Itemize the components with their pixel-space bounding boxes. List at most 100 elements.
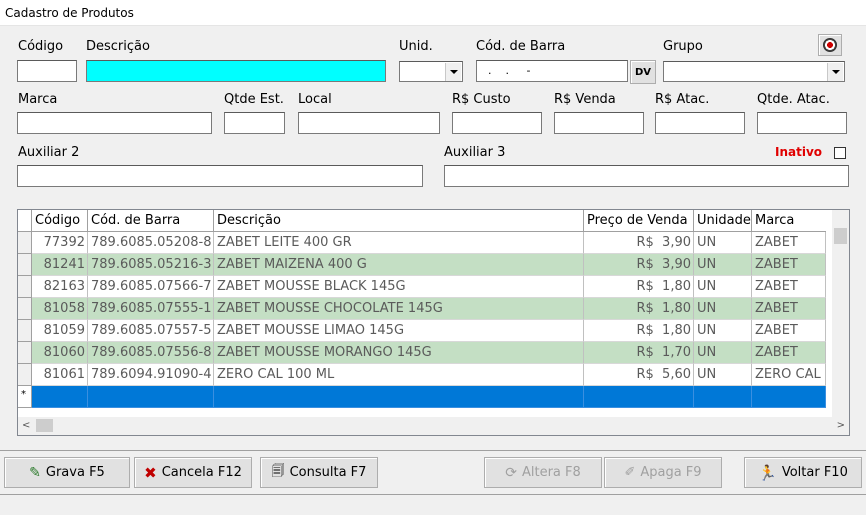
cell-unidade[interactable]: UN	[694, 342, 752, 364]
new-row[interactable]: *	[18, 386, 826, 408]
cell-preco[interactable]: R$ 1,70	[584, 342, 694, 364]
row-selector[interactable]	[18, 232, 32, 254]
table-row[interactable]: 81059 789.6085.07557-5 ZABET MOUSSE LIMAO …	[18, 320, 826, 342]
cell-preco[interactable]: R$ 1,80	[584, 298, 694, 320]
col-header-preco[interactable]: Preço de Venda	[584, 210, 694, 232]
cell-marca[interactable]: ZABET	[752, 298, 826, 320]
cell-unidade[interactable]: UN	[694, 364, 752, 386]
chevron-down-icon[interactable]	[827, 63, 843, 81]
scroll-right-icon[interactable]: >	[837, 420, 845, 431]
cell-descricao[interactable]: ZABET MOUSSE MORANGO 145G	[214, 342, 584, 364]
row-selector[interactable]	[18, 276, 32, 298]
cell-codigo[interactable]: 81059	[32, 320, 88, 342]
grupo-select[interactable]	[663, 61, 845, 82]
cell-barra[interactable]: 789.6085.05208-8	[88, 232, 214, 254]
cell-marca[interactable]: ZABET	[752, 320, 826, 342]
cell-barra[interactable]: 789.6085.07555-1	[88, 298, 214, 320]
row-selector[interactable]	[18, 298, 32, 320]
color-icon-button[interactable]	[818, 34, 842, 56]
table-row[interactable]: 82163 789.6085.07566-7 ZABET MOUSSE BLACK …	[18, 276, 826, 298]
custo-field[interactable]	[452, 112, 542, 134]
vertical-scrollbar[interactable]	[832, 210, 849, 418]
cell-preco[interactable]: R$ 5,60	[584, 364, 694, 386]
row-selector[interactable]	[18, 364, 32, 386]
col-header-codigo[interactable]: Código	[32, 210, 88, 232]
horizontal-scrollbar[interactable]: < >	[18, 417, 849, 435]
cell-barra[interactable]: 789.6085.07566-7	[88, 276, 214, 298]
row-selector[interactable]: *	[18, 386, 32, 408]
vertical-scroll-thumb[interactable]	[834, 228, 847, 244]
horizontal-scroll-thumb[interactable]	[36, 419, 53, 432]
cell-unidade[interactable]: UN	[694, 276, 752, 298]
cod-barra-field[interactable]: . . -	[476, 60, 628, 82]
table-row[interactable]: 81058 789.6085.07555-1 ZABET MOUSSE CHOCOL…	[18, 298, 826, 320]
cell-marca[interactable]: ZABET	[752, 342, 826, 364]
col-header-cod-barra[interactable]: Cód. de Barra	[88, 210, 214, 232]
cell-marca[interactable]: ZABET	[752, 254, 826, 276]
altera-button[interactable]: ⟳ Altera F8	[484, 457, 602, 488]
descricao-field[interactable]	[86, 60, 386, 82]
cancela-label: Cancela F12	[161, 465, 242, 480]
cell-unidade[interactable]: UN	[694, 298, 752, 320]
apaga-button[interactable]: ✐ Apaga F9	[604, 457, 722, 488]
cell-barra[interactable]: 789.6085.07556-8	[88, 342, 214, 364]
cell-descricao[interactable]: ZABET MOUSSE LIMAO 145G	[214, 320, 584, 342]
local-field[interactable]	[298, 112, 440, 134]
cell-marca[interactable]: ZABET	[752, 232, 826, 254]
cell-descricao[interactable]: ZABET LEITE 400 GR	[214, 232, 584, 254]
col-header-marca[interactable]: Marca	[752, 210, 826, 232]
chevron-down-icon[interactable]	[445, 63, 461, 81]
cell-barra[interactable]: 789.6085.07557-5	[88, 320, 214, 342]
cell-descricao[interactable]: ZABET MAIZENA 400 G	[214, 254, 584, 276]
products-grid[interactable]: Código Cód. de Barra Descrição Preço de …	[17, 209, 850, 436]
atac-field[interactable]	[655, 112, 745, 134]
cell-preco[interactable]: R$ 3,90	[584, 254, 694, 276]
cell-unidade[interactable]: UN	[694, 320, 752, 342]
scroll-left-icon[interactable]: <	[22, 420, 30, 431]
cell-barra[interactable]: 789.6094.91090-4	[88, 364, 214, 386]
cell-codigo[interactable]: 81058	[32, 298, 88, 320]
cell-unidade[interactable]: UN	[694, 254, 752, 276]
row-selector[interactable]	[18, 320, 32, 342]
cell-descricao[interactable]: ZABET MOUSSE CHOCOLATE 145G	[214, 298, 584, 320]
grava-button[interactable]: ✎ Grava F5	[4, 457, 130, 488]
cell-preco[interactable]: R$ 3,90	[584, 232, 694, 254]
codigo-field[interactable]	[17, 60, 77, 82]
cell-codigo[interactable]: 81241	[32, 254, 88, 276]
grupo-label: Grupo	[663, 39, 703, 54]
cell-marca[interactable]: ZERO CAL	[752, 364, 826, 386]
cell-codigo[interactable]: 81060	[32, 342, 88, 364]
table-row[interactable]: 81060 789.6085.07556-8 ZABET MOUSSE MORANG…	[18, 342, 826, 364]
inativo-label: Inativo	[775, 145, 823, 159]
col-header-descricao[interactable]: Descrição	[214, 210, 584, 232]
cell-barra[interactable]: 789.6085.05216-3	[88, 254, 214, 276]
voltar-button[interactable]: 🏃 Voltar F10	[744, 457, 862, 488]
table-row[interactable]: 81061 789.6094.91090-4 ZERO CAL 100 ML R$ 5…	[18, 364, 826, 386]
qtde-atac-field[interactable]	[757, 112, 847, 134]
cell-descricao[interactable]: ZABET MOUSSE BLACK 145G	[214, 276, 584, 298]
aux3-field[interactable]	[444, 165, 849, 187]
cell-marca[interactable]: ZABET	[752, 276, 826, 298]
col-header-unidade[interactable]: Unidade	[694, 210, 752, 232]
consulta-button[interactable]: 🗐 Consulta F7	[260, 457, 378, 488]
voltar-label: Voltar F10	[781, 465, 848, 480]
aux2-field[interactable]	[17, 165, 423, 187]
cell-preco[interactable]: R$ 1,80	[584, 276, 694, 298]
marca-field[interactable]	[17, 112, 212, 134]
table-row[interactable]: 81241 789.6085.05216-3 ZABET MAIZENA 400 G…	[18, 254, 826, 276]
cell-codigo[interactable]: 82163	[32, 276, 88, 298]
qtde-est-field[interactable]	[224, 112, 285, 134]
cell-preco[interactable]: R$ 1,80	[584, 320, 694, 342]
venda-field[interactable]	[554, 112, 644, 134]
inativo-checkbox[interactable]	[834, 147, 846, 159]
cell-codigo[interactable]: 77392	[32, 232, 88, 254]
row-selector[interactable]	[18, 342, 32, 364]
cell-descricao[interactable]: ZERO CAL 100 ML	[214, 364, 584, 386]
table-row[interactable]: 77392 789.6085.05208-8 ZABET LEITE 400 GR R…	[18, 232, 826, 254]
row-selector[interactable]	[18, 254, 32, 276]
dv-button[interactable]: DV	[630, 60, 656, 84]
cancela-button[interactable]: ✖ Cancela F12	[134, 457, 252, 488]
unid-select[interactable]	[399, 61, 463, 82]
cell-codigo[interactable]: 81061	[32, 364, 88, 386]
cell-unidade[interactable]: UN	[694, 232, 752, 254]
